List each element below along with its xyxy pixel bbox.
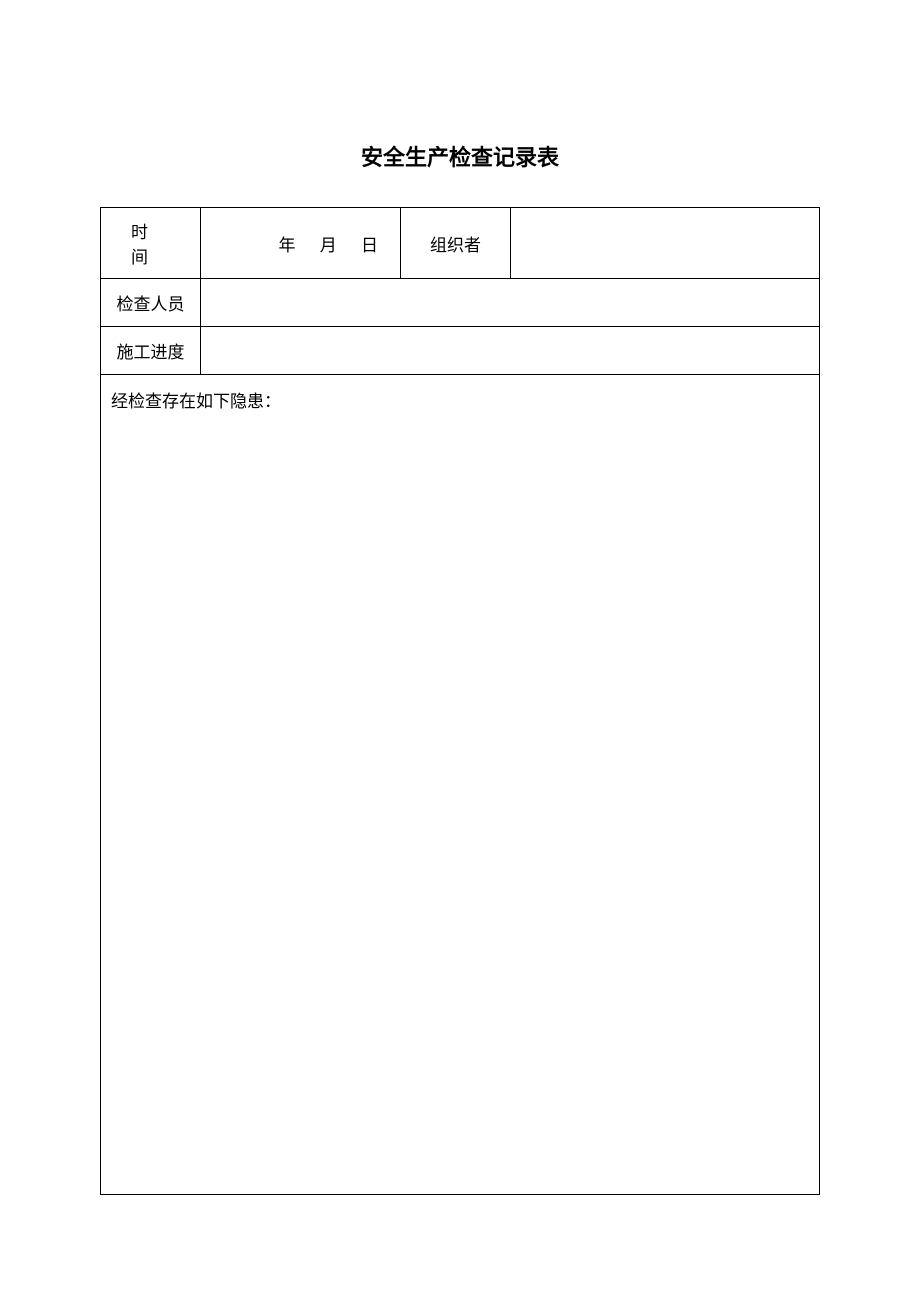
row-inspectors: 检查人员 [101, 279, 820, 327]
progress-label: 施工进度 [101, 327, 201, 375]
inspection-table: 时间 年 月 日 组织者 检查人员 施工进度 经检查存在如下隐患： [100, 207, 820, 1195]
time-label: 时间 [101, 208, 201, 279]
organizer-label: 组织者 [401, 208, 511, 279]
hazards-section[interactable]: 经检查存在如下隐患： [101, 375, 820, 1195]
form-title: 安全生产检查记录表 [100, 140, 820, 172]
inspectors-field[interactable] [201, 279, 820, 327]
row-progress: 施工进度 [101, 327, 820, 375]
date-field[interactable]: 年 月 日 [201, 208, 401, 279]
row-time-organizer: 时间 年 月 日 组织者 [101, 208, 820, 279]
progress-field[interactable] [201, 327, 820, 375]
row-hazards: 经检查存在如下隐患： [101, 375, 820, 1195]
hazards-label: 经检查存在如下隐患： [111, 392, 281, 411]
organizer-field[interactable] [511, 208, 820, 279]
inspectors-label: 检查人员 [101, 279, 201, 327]
